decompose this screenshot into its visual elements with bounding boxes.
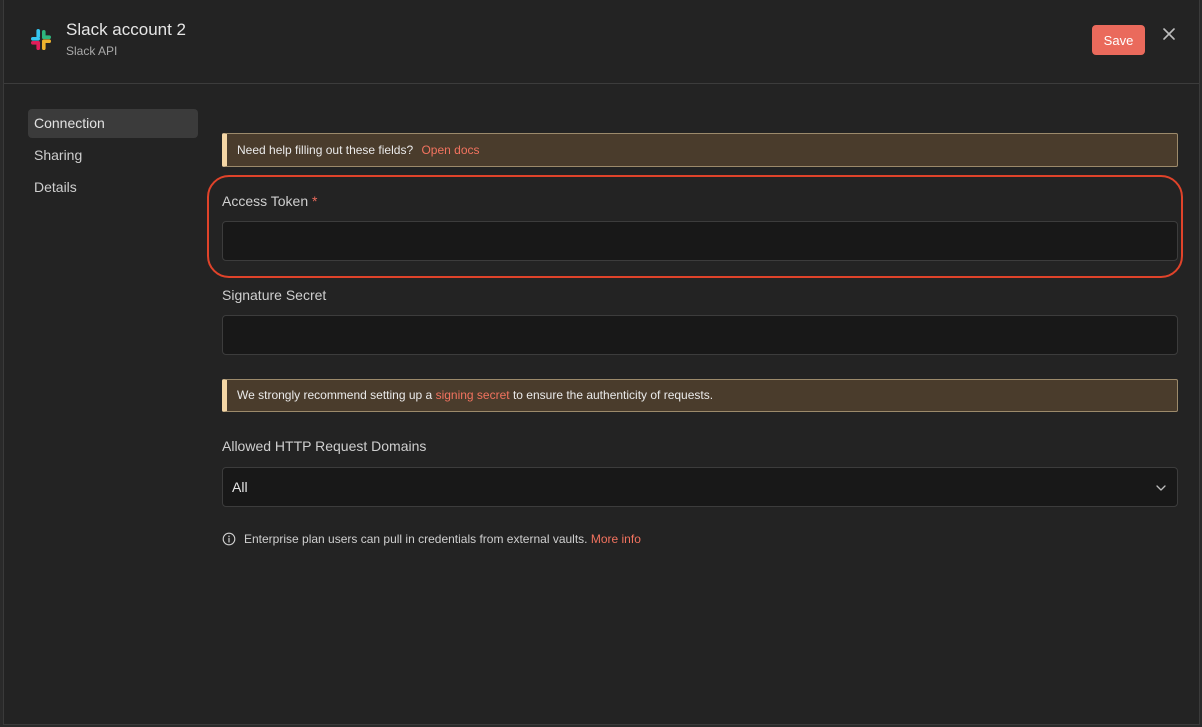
credential-modal: Slack account 2 Slack API Save Connectio… xyxy=(3,0,1200,725)
signing-banner-text-after: to ensure the authenticity of requests. xyxy=(512,388,714,402)
docs-banner-text: Need help filling out these fields? xyxy=(237,143,414,157)
connection-panel: Need help filling out these fields? Open… xyxy=(222,0,1178,724)
allowed-domains-label: Allowed HTTP Request Domains xyxy=(222,438,427,454)
vault-note: Enterprise plan users can pull in creden… xyxy=(222,531,641,547)
more-info-link[interactable]: More info xyxy=(591,532,641,546)
signature-secret-input[interactable] xyxy=(222,315,1178,355)
sidebar-item-details[interactable]: Details xyxy=(28,173,198,202)
sidebar-item-connection[interactable]: Connection xyxy=(28,109,198,138)
allowed-domains-value: All xyxy=(232,479,248,495)
signing-banner-text-before: We strongly recommend setting up a xyxy=(237,388,433,402)
docs-help-banner: Need help filling out these fields? Open… xyxy=(222,133,1178,167)
access-token-label-text: Access Token xyxy=(222,193,309,209)
slack-logo-icon xyxy=(31,29,51,50)
vault-note-text: Enterprise plan users can pull in creden… xyxy=(244,532,588,546)
chevron-down-icon xyxy=(1156,485,1166,491)
open-docs-link[interactable]: Open docs xyxy=(421,143,479,157)
page-subtitle: Slack API xyxy=(66,44,118,58)
signature-secret-label: Signature Secret xyxy=(222,287,327,303)
sidebar-nav: Connection Sharing Details xyxy=(28,109,198,205)
access-token-label: Access Token * xyxy=(222,193,317,209)
signing-secret-link[interactable]: signing secret xyxy=(436,388,510,402)
sidebar-item-sharing[interactable]: Sharing xyxy=(28,141,198,170)
access-token-input[interactable] xyxy=(222,221,1178,261)
info-icon xyxy=(222,532,236,546)
page-title: Slack account 2 xyxy=(66,20,187,39)
signing-secret-banner: We strongly recommend setting up a signi… xyxy=(222,379,1178,412)
allowed-domains-select[interactable]: All xyxy=(222,467,1178,507)
required-marker: * xyxy=(312,193,318,209)
